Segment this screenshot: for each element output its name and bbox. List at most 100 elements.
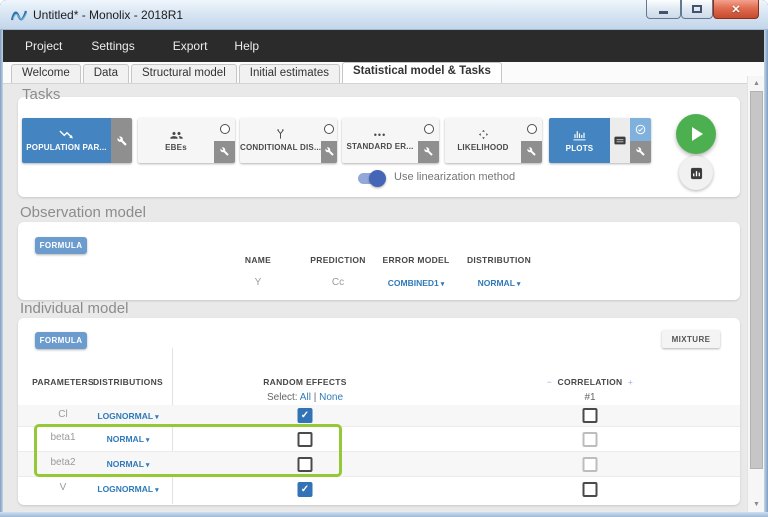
error-model-dropdown[interactable]: COMBINED1▾: [388, 278, 445, 288]
tasks-heading: Tasks: [22, 86, 60, 103]
menu-settings[interactable]: Settings: [91, 33, 134, 59]
correlation-checkbox[interactable]: [583, 408, 598, 423]
minimize-icon: [659, 11, 668, 14]
menu-help[interactable]: Help: [234, 33, 259, 59]
window-border-left: [0, 30, 3, 517]
distributions-header: DISTRIBUTIONS: [93, 377, 163, 387]
task-ebes[interactable]: EBEs: [138, 118, 235, 163]
task-toggle-radio[interactable]: [521, 118, 542, 141]
select-none-link[interactable]: None: [319, 392, 343, 403]
maximize-icon: [692, 5, 702, 13]
menu-export[interactable]: Export: [173, 33, 208, 59]
formula-button[interactable]: FORMULA: [35, 332, 87, 349]
maximize-button[interactable]: [681, 0, 713, 19]
task-label: LIKELIHOOD: [457, 143, 508, 152]
wrench-icon: [325, 147, 334, 156]
task-label: EBEs: [165, 143, 187, 152]
scrollbar-thumb[interactable]: [750, 91, 763, 469]
wrench-icon: [636, 147, 645, 156]
distribution-dropdown[interactable]: NORMAL▾: [107, 434, 150, 444]
wrench-icon: [220, 147, 229, 156]
tab-structural-model[interactable]: Structural model: [131, 64, 237, 83]
distribution-dropdown[interactable]: LOGNORMAL▾: [97, 484, 158, 494]
correlation-checkbox[interactable]: [583, 432, 598, 447]
chart-export-icon: [690, 167, 703, 180]
task-settings-wrench[interactable]: [321, 141, 337, 164]
task-standard-errors[interactable]: ••• STANDARD ER...: [342, 118, 439, 163]
tab-statistical-model-tasks[interactable]: Statistical model & Tasks: [342, 62, 502, 83]
scroll-down-button[interactable]: ▼: [748, 498, 765, 511]
parameter-name: beta2: [50, 457, 75, 468]
export-plots-button[interactable]: [679, 156, 713, 190]
titlebar[interactable]: Untitled* - Monolix - 2018R1 ✕: [0, 0, 768, 30]
task-label: PLOTS: [566, 144, 594, 153]
obs-header-prediction: PREDICTION: [310, 255, 365, 265]
wrench-icon: [424, 147, 433, 156]
parameter-row-beta2: beta2 NORMAL▾: [18, 452, 740, 477]
dropdown-caret-icon: ▾: [441, 281, 445, 288]
minimize-button[interactable]: [646, 0, 681, 19]
bar-chart-icon: [572, 129, 587, 141]
correlation-add-button[interactable]: +: [628, 377, 633, 387]
people-icon: [169, 130, 184, 140]
correlation-checkbox[interactable]: [583, 482, 598, 497]
random-effect-checkbox[interactable]: [298, 482, 313, 497]
menu-project[interactable]: Project: [25, 33, 62, 59]
formula-button[interactable]: FORMULA: [35, 237, 87, 254]
random-effect-checkbox[interactable]: [298, 457, 313, 472]
task-label: CONDITIONAL DIS...: [240, 143, 321, 152]
plots-selected-check[interactable]: [630, 118, 651, 141]
obs-name-value: Y: [255, 277, 262, 288]
parameter-name: V: [60, 482, 67, 493]
linearization-toggle[interactable]: [358, 172, 385, 185]
check-circle-icon: [635, 124, 646, 135]
radio-circle-icon: [220, 124, 230, 134]
task-label: STANDARD ER...: [346, 142, 413, 151]
distribution-dropdown[interactable]: LOGNORMAL▾: [97, 411, 158, 421]
wrench-icon: [117, 136, 127, 146]
select-all-link[interactable]: All: [300, 392, 311, 403]
toggle-knob-icon: [369, 170, 386, 187]
task-settings-wrench[interactable]: [214, 141, 235, 164]
task-settings-wrench[interactable]: [630, 141, 651, 164]
monolix-window: Untitled* - Monolix - 2018R1 ✕ Project S…: [0, 0, 768, 517]
task-likelihood[interactable]: LIKELIHOOD: [445, 118, 542, 163]
radio-circle-icon: [527, 124, 537, 134]
task-toggle-radio[interactable]: [214, 118, 235, 141]
random-effect-checkbox[interactable]: [298, 432, 313, 447]
tab-welcome[interactable]: Welcome: [11, 64, 81, 83]
individual-model-card: FORMULA MIXTURE PARAMETERS DISTRIBUTIONS…: [18, 318, 740, 505]
vertical-scrollbar[interactable]: ▲ ▼: [747, 76, 764, 512]
parameter-row-cl: Cl LOGNORMAL▾: [18, 405, 740, 427]
run-button[interactable]: [676, 114, 716, 154]
correlation-remove-button[interactable]: −: [547, 377, 552, 387]
task-settings-wrench[interactable]: [418, 141, 439, 164]
obs-distribution-dropdown[interactable]: NORMAL▾: [478, 278, 521, 288]
scroll-up-button[interactable]: ▲: [748, 77, 765, 90]
panel-list-icon: [614, 136, 626, 145]
tab-data[interactable]: Data: [83, 64, 129, 83]
task-conditional-distribution[interactable]: CONDITIONAL DIS...: [240, 118, 337, 163]
plots-list-button[interactable]: [610, 118, 630, 163]
task-plots[interactable]: PLOTS: [549, 118, 651, 163]
distribution-dropdown[interactable]: NORMAL▾: [107, 459, 150, 469]
tab-initial-estimates[interactable]: Initial estimates: [239, 64, 340, 83]
task-settings-wrench[interactable]: [111, 118, 132, 163]
correlation-checkbox[interactable]: [583, 457, 598, 472]
tab-bar: Welcome Data Structural model Initial es…: [3, 62, 765, 84]
task-settings-wrench[interactable]: [521, 141, 542, 164]
tasks-card: POPULATION PAR... EBEs: [18, 97, 740, 197]
parameter-name: Cl: [58, 409, 67, 420]
task-toggle-radio[interactable]: [418, 118, 439, 141]
close-button[interactable]: ✕: [713, 0, 759, 19]
task-population-parameters[interactable]: POPULATION PAR...: [22, 118, 132, 163]
observation-model-heading: Observation model: [20, 204, 146, 221]
task-toggle-radio[interactable]: [321, 118, 337, 141]
main-content: Tasks POPULATION PAR... EBEs: [3, 84, 747, 512]
task-label: POPULATION PAR...: [26, 143, 106, 152]
mixture-button[interactable]: MIXTURE: [662, 330, 720, 348]
random-effect-checkbox[interactable]: [298, 408, 313, 423]
dropdown-caret-icon: ▾: [146, 437, 150, 444]
window-border-bottom: [0, 512, 768, 517]
random-effects-select-row: Select: All | None: [267, 392, 343, 403]
